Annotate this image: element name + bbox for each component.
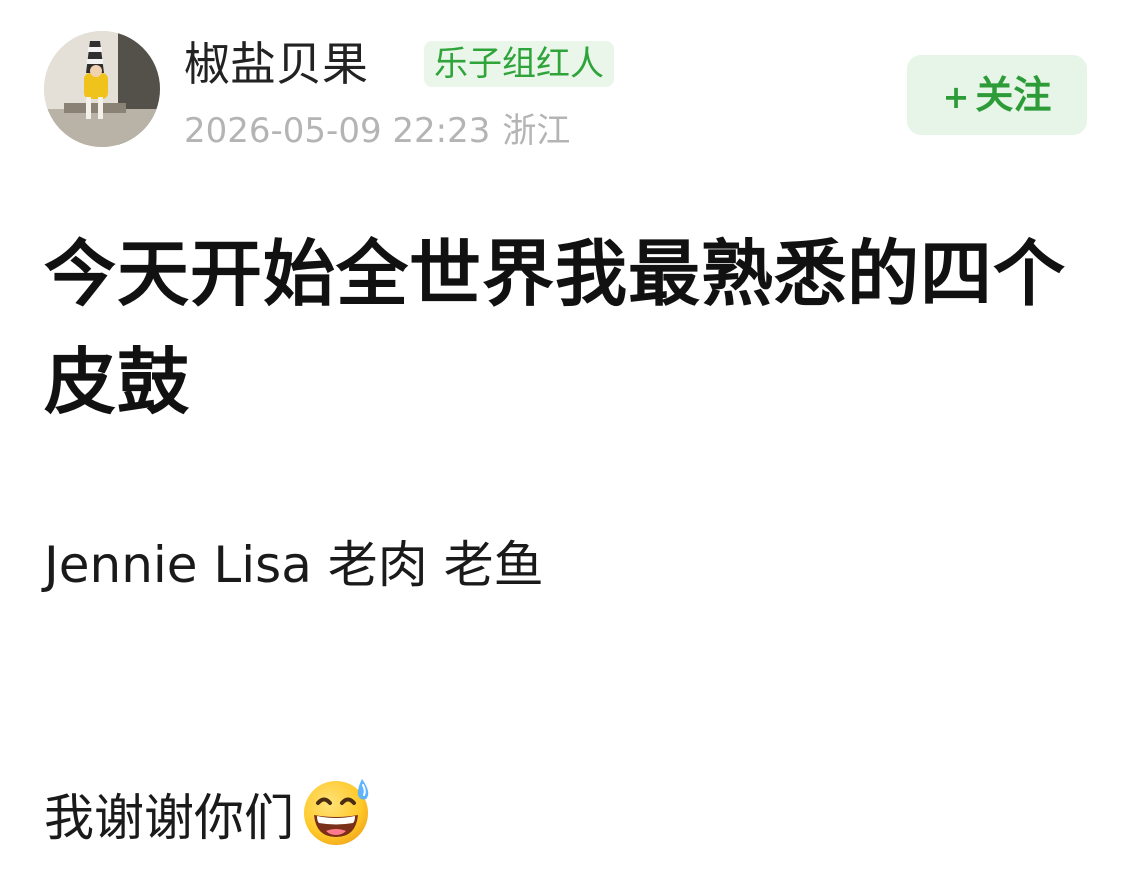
author-badge: 乐子组红人 [424,41,614,87]
post-title: 今天开始全世界我最熟悉的四个皮鼓 [44,232,1067,424]
avatar[interactable] [44,31,160,147]
plus-icon: + [942,78,970,116]
post-date: 2026-05-09 22:23 [184,111,491,151]
avatar-photo-icon [44,31,160,147]
post-location: 浙江 [502,111,571,151]
follow-label: 关注 [975,73,1052,117]
post-body-line-2: 我谢谢你们 [44,773,376,850]
grinning-sweat-emoji-icon [304,779,369,845]
follow-button[interactable]: + 关注 [907,55,1087,135]
post-meta: 2026-05-09 22:23 浙江 [184,108,570,154]
author-name[interactable]: 椒盐贝果 [184,36,368,92]
post-body-line-2-text: 我谢谢你们 [44,789,294,847]
post-body-line-1: Jennie Lisa 老肉 老鱼 [44,536,544,594]
